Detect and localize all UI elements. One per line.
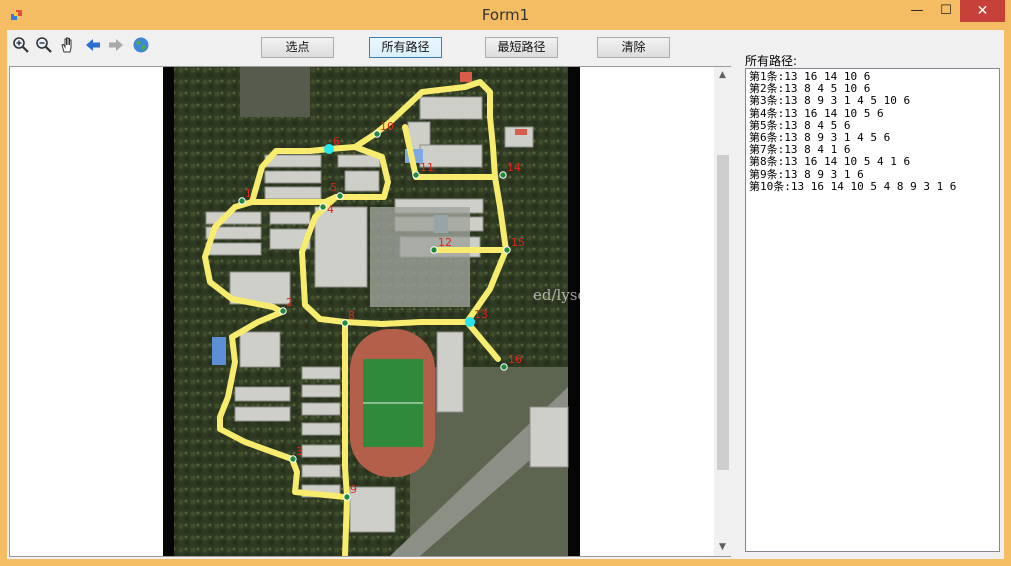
client-area: 选点 所有路径 最短路径 清除 1 2 3 4 5 6 8 9 10 11 12… [7, 30, 1004, 559]
pan-hand-icon[interactable] [59, 36, 77, 54]
forward-arrow-icon[interactable] [107, 36, 125, 54]
route-item[interactable]: 第8条:13 16 14 10 5 4 1 6 [749, 156, 996, 168]
node-label-10: 10 [380, 120, 394, 133]
minimize-button[interactable]: — [902, 0, 932, 22]
node-label-4: 4 [327, 203, 334, 216]
map-toolbar: 选点 所有路径 最短路径 清除 [7, 30, 737, 64]
clear-button[interactable]: 清除 [597, 37, 670, 58]
route-item[interactable]: 第9条:13 8 9 3 1 6 [749, 168, 996, 181]
node-label-6: 6 [333, 135, 340, 148]
node-16[interactable] [500, 363, 508, 371]
node-15[interactable] [503, 246, 511, 254]
scroll-down-icon[interactable]: ▼ [714, 539, 731, 556]
back-arrow-icon[interactable] [84, 36, 102, 54]
scroll-up-icon[interactable]: ▲ [714, 67, 731, 84]
globe-full-extent-icon[interactable] [132, 36, 150, 54]
map-vertical-scrollbar[interactable]: ▲ ▼ [714, 67, 731, 556]
image-border-left [163, 67, 174, 556]
plaza [370, 207, 470, 307]
map-canvas[interactable]: 1 2 3 4 5 6 8 9 10 11 12 13 14 15 16 ed/… [10, 67, 714, 556]
sports-field [350, 329, 435, 477]
shortest-path-button[interactable]: 最短路径 [485, 37, 558, 58]
map-control[interactable]: 1 2 3 4 5 6 8 9 10 11 12 13 14 15 16 ed/… [9, 66, 731, 557]
node-label-13: 13 [474, 308, 488, 321]
all-paths-listbox[interactable]: 第1条:13 16 14 10 6 第2条:13 8 4 5 10 6 第3条:… [745, 68, 1000, 552]
node-label-3: 3 [296, 445, 303, 458]
node-5[interactable] [336, 192, 344, 200]
close-button[interactable]: ✕ [960, 0, 1005, 22]
route-item[interactable]: 第3条:13 8 9 3 1 4 5 10 6 [749, 95, 996, 107]
image-border-right [568, 67, 580, 556]
all-paths-label: 所有路径: [745, 54, 798, 68]
scroll-thumb[interactable] [717, 155, 729, 470]
window-title: Form1 [481, 6, 530, 24]
route-item[interactable]: 第4条:13 16 14 10 5 6 [749, 107, 996, 120]
node-11[interactable] [412, 171, 420, 179]
node-label-12: 12 [438, 236, 452, 249]
watermark: ed/lysc_forever [533, 286, 649, 304]
all-paths-button[interactable]: 所有路径 [369, 37, 442, 58]
node-label-8: 8 [348, 309, 355, 322]
node-label-2: 2 [286, 296, 293, 309]
title-bar[interactable]: Form1 — ☐ ✕ [0, 0, 1011, 30]
node-label-15: 15 [511, 236, 525, 249]
zoom-out-icon[interactable] [35, 36, 53, 54]
node-label-1: 1 [245, 187, 252, 200]
node-12[interactable] [430, 246, 438, 254]
node-label-9: 9 [350, 483, 357, 496]
form1-window: Form1 — ☐ ✕ 选点 所有路径 最短路径 清除 1 2 3 4 5 6 … [0, 0, 1011, 566]
node-label-14: 14 [507, 161, 521, 174]
node-label-5: 5 [330, 181, 337, 194]
node-14[interactable] [499, 171, 507, 179]
zoom-in-icon[interactable] [12, 36, 30, 54]
route-item[interactable]: 第10条:13 16 14 10 5 4 8 9 3 1 6 [749, 180, 996, 193]
node-label-11: 11 [420, 161, 434, 174]
node-4[interactable] [319, 203, 327, 211]
select-point-button[interactable]: 选点 [261, 37, 334, 58]
node-label-16: 16 [508, 353, 522, 366]
maximize-button[interactable]: ☐ [931, 0, 961, 22]
